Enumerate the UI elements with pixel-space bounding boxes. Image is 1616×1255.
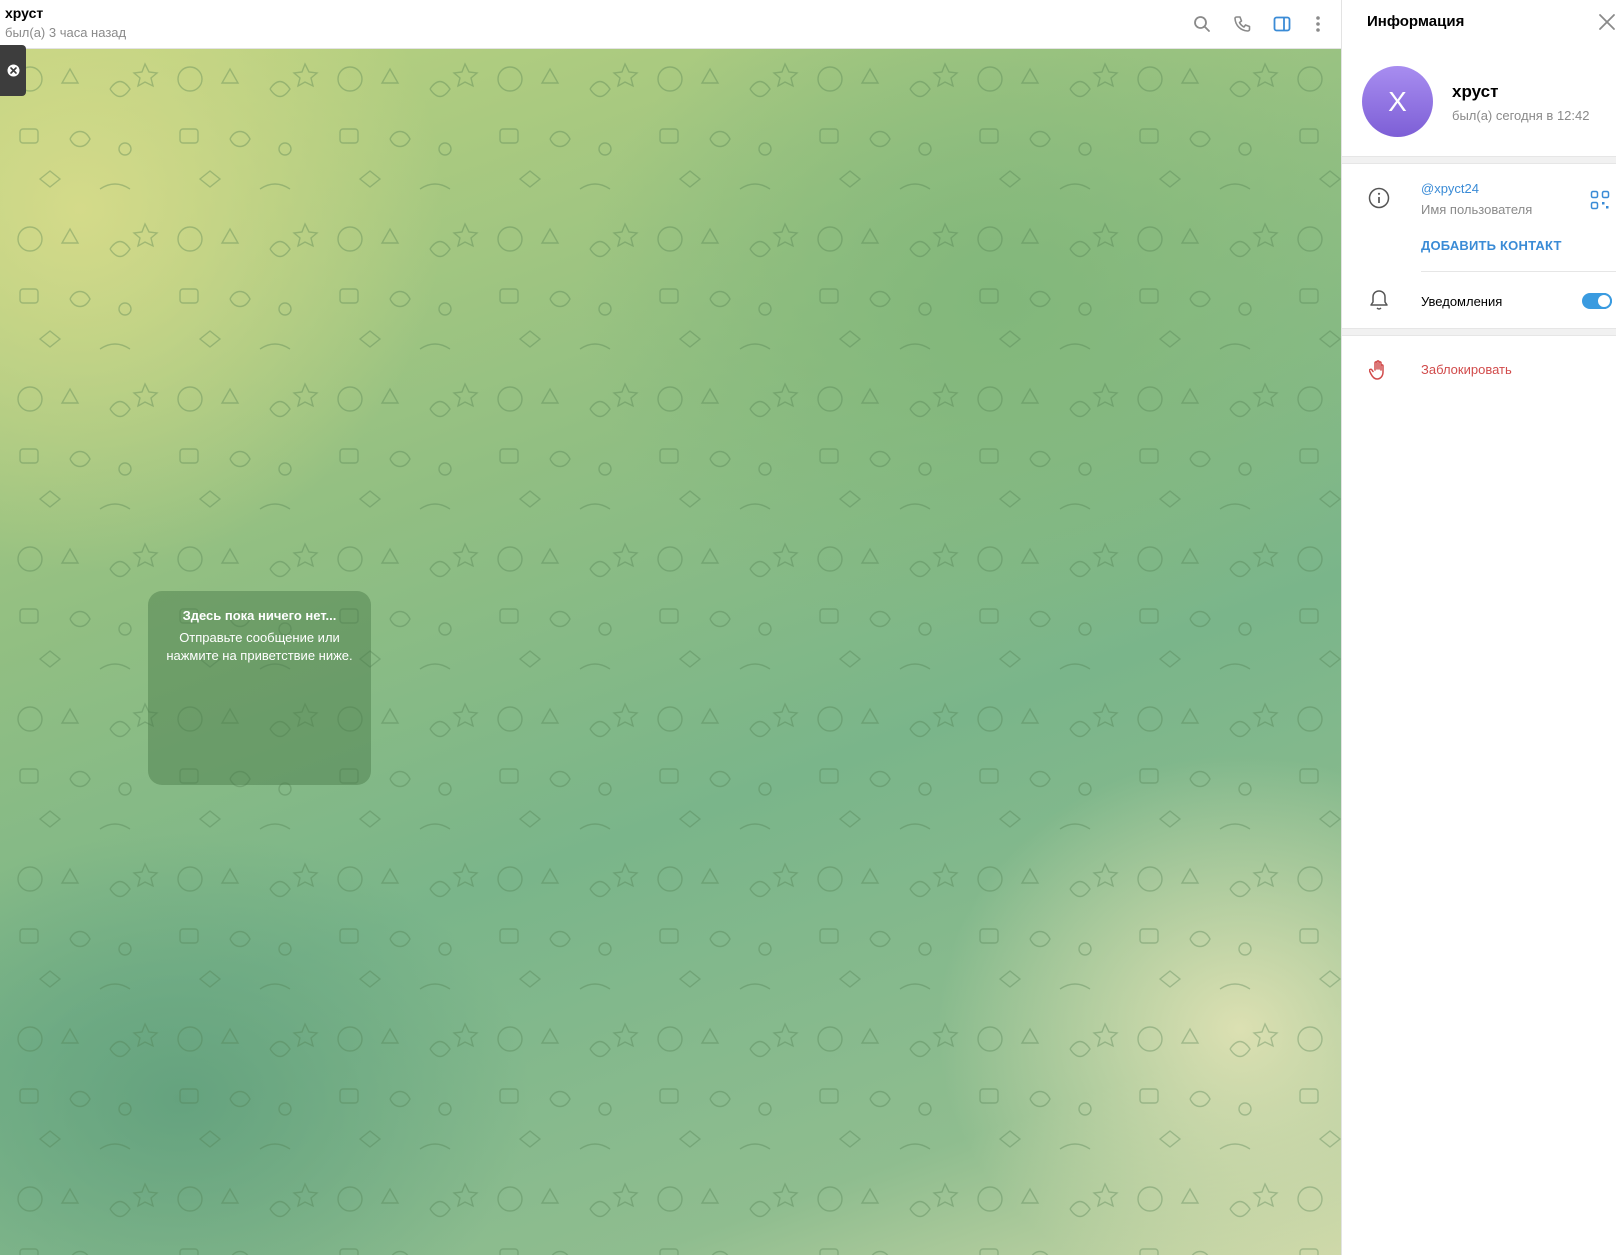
more-icon [1316, 16, 1320, 32]
info-panel: Информация Х хруст был(а) сегодня в 12:4… [1341, 0, 1616, 1255]
empty-chat-subtitle: Отправьте сообщение или нажмите на приве… [166, 630, 353, 663]
close-chat-button[interactable] [0, 45, 26, 96]
avatar[interactable]: Х [1362, 66, 1433, 137]
info-title: Информация [1367, 13, 1465, 30]
sidebar-toggle-icon [1273, 16, 1291, 32]
search-button[interactable] [1189, 11, 1215, 37]
block-hand-icon [1369, 360, 1384, 380]
chat-header: хруст был(а) 3 часа назад [0, 0, 1341, 49]
toggle-knob [1596, 293, 1612, 309]
search-icon [1194, 16, 1210, 32]
profile-status: был(а) сегодня в 12:42 [1452, 108, 1590, 123]
empty-chat-title: Здесь пока ничего нет... [182, 608, 337, 623]
profile-block: Х хруст был(а) сегодня в 12:42 [1342, 60, 1616, 156]
chat-status: был(а) 3 часа назад [5, 25, 127, 40]
username-label: Имя пользователя [1421, 202, 1533, 217]
profile-name: хруст [1452, 82, 1499, 101]
section-separator [1342, 156, 1616, 164]
more-button[interactable] [1305, 11, 1331, 37]
empty-chat-placeholder: Здесь пока ничего нет... Отправьте сообщ… [148, 591, 371, 785]
hand-icon-wrap [1367, 358, 1391, 382]
info-icon-wrap [1367, 186, 1391, 210]
block-user-button[interactable]: Заблокировать [1421, 362, 1512, 377]
add-contact-button[interactable]: ДОБАВИТЬ КОНТАКТ [1421, 238, 1562, 253]
close-icon [7, 64, 19, 77]
username-link[interactable]: @xpyct24 [1421, 181, 1479, 196]
info-header: Информация [1342, 0, 1616, 44]
row-divider [1421, 271, 1616, 272]
bell-icon [1370, 290, 1388, 310]
chat-title[interactable]: хруст [5, 5, 43, 21]
call-button[interactable] [1229, 11, 1255, 37]
sidebar-toggle-button[interactable] [1269, 11, 1295, 37]
info-icon [1368, 187, 1390, 209]
section-separator [1342, 328, 1616, 336]
notifications-toggle[interactable] [1582, 293, 1612, 309]
notifications-label: Уведомления [1421, 294, 1503, 309]
chat-area: хруст был(а) 3 часа назад Здесь пока нич… [0, 0, 1341, 1255]
bell-icon-wrap [1367, 288, 1391, 312]
qr-code-icon[interactable] [1590, 190, 1610, 210]
close-icon[interactable] [1597, 12, 1616, 32]
phone-icon [1234, 16, 1251, 32]
